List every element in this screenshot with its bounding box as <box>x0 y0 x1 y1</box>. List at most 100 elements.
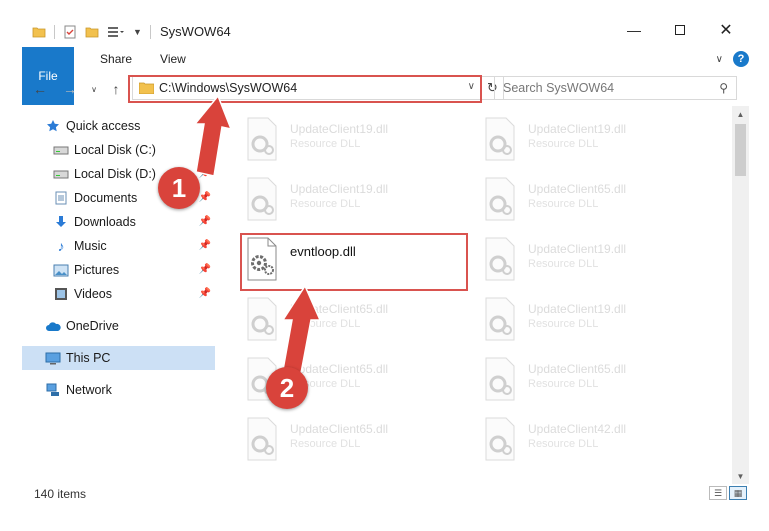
sidebar-item-videos[interactable]: Videos 📌 <box>22 282 215 306</box>
list-item[interactable]: UpdateClient42.dll Resource DLL <box>468 412 698 470</box>
pin-icon[interactable]: 📌 <box>199 192 211 203</box>
customize-icon[interactable] <box>107 25 125 39</box>
pin-icon[interactable]: 📌 <box>199 216 211 227</box>
arrow-up-icon: ↑ <box>112 81 120 97</box>
list-item[interactable]: UpdateClient19.dll Resource DLL <box>468 232 698 290</box>
computer-icon <box>44 350 62 366</box>
dll-file-icon <box>485 417 515 461</box>
list-item[interactable]: UpdateClient19.dll Resource DLL <box>468 112 698 170</box>
list-item[interactable]: UpdateClient65.dll Resource DLL <box>468 172 698 230</box>
file-name: UpdateClient19.dll <box>290 122 389 136</box>
sidebar-item-network[interactable]: Network <box>22 378 215 402</box>
file-type: Resource DLL <box>528 438 599 450</box>
tab-view[interactable]: View <box>146 47 200 71</box>
file-type: Resource DLL <box>528 198 599 210</box>
help-icon[interactable]: ? <box>733 51 749 67</box>
file-type: Resource DLL <box>528 318 599 330</box>
list-item[interactable]: UpdateClient65.dll Resource DLL <box>230 412 460 470</box>
arrow-left-icon: ← <box>33 81 47 97</box>
star-icon <box>44 118 62 134</box>
file-name: UpdateClient65.dll <box>528 362 627 376</box>
scroll-up-arrow[interactable]: ▲ <box>732 106 749 122</box>
toolbar-separator <box>149 25 151 39</box>
sidebar-item-quick-access[interactable]: Quick access <box>22 114 215 138</box>
list-item[interactable]: UpdateClient19.dll Resource DLL <box>230 172 460 230</box>
new-folder-icon[interactable] <box>85 25 99 39</box>
ribbon-tabs: File Home Share View ∨ ? <box>22 47 749 105</box>
sidebar-item-label: Downloads <box>74 215 136 229</box>
vertical-scrollbar[interactable]: ▲ ▼ <box>732 106 749 484</box>
arrow-right-icon: → <box>63 81 77 97</box>
status-bar: 140 items ☰ ▦ <box>22 484 749 504</box>
recent-locations-button[interactable]: ∨ <box>84 78 104 100</box>
file-name: UpdateClient19.dll <box>528 242 627 256</box>
pin-icon[interactable]: 📌 <box>199 288 211 299</box>
file-name: UpdateClient65.dll <box>290 302 389 316</box>
dll-file-icon <box>247 117 277 161</box>
cloud-icon <box>44 318 62 334</box>
sidebar-item-label: Videos <box>74 287 112 301</box>
forward-button[interactable]: → <box>60 78 80 100</box>
file-type: Resource DLL <box>528 138 599 150</box>
file-name: UpdateClient65.dll <box>290 422 389 436</box>
scroll-down-arrow[interactable]: ▼ <box>732 468 749 484</box>
sidebar-item-pictures[interactable]: Pictures 📌 <box>22 258 215 282</box>
sidebar-item-label: OneDrive <box>66 319 119 333</box>
pin-icon[interactable]: 📌 <box>199 168 211 179</box>
sidebar-item-downloads[interactable]: Downloads 📌 <box>22 210 215 234</box>
tiles-view-button[interactable]: ▦ <box>729 486 747 500</box>
videos-icon <box>52 286 70 302</box>
sidebar-item-label: Local Disk (D:) <box>74 167 156 181</box>
network-icon <box>44 382 62 398</box>
step-badge-2: 2 <box>266 367 308 409</box>
details-view-button[interactable]: ☰ <box>709 486 727 500</box>
tiles-view-icon: ▦ <box>733 487 743 498</box>
list-item[interactable]: UpdateClient19.dll Resource DLL <box>468 292 698 350</box>
pin-icon[interactable]: 📌 <box>199 240 211 251</box>
search-placeholder: Search SysWOW64 <box>503 81 615 95</box>
sidebar-item-music[interactable]: ♪ Music 📌 <box>22 234 215 258</box>
file-name: UpdateClient65.dll <box>290 362 389 376</box>
dll-file-icon <box>247 417 277 461</box>
list-item[interactable]: UpdateClient65.dll Resource DLL <box>230 352 460 410</box>
sidebar-item-label: Music <box>74 239 107 253</box>
view-switcher: ☰ ▦ <box>709 486 747 500</box>
sidebar-item-label: Documents <box>74 191 138 205</box>
sidebar-item-onedrive[interactable]: OneDrive <box>22 314 215 338</box>
expand-ribbon-icon[interactable]: ∨ <box>716 54 723 65</box>
file-type: Resource DLL <box>290 438 361 450</box>
quick-access-toolbar: ▼ <box>32 22 151 42</box>
up-button[interactable]: ↑ <box>106 78 126 100</box>
folder-icon[interactable] <box>32 25 46 39</box>
drive-icon <box>52 142 70 158</box>
list-item[interactable]: UpdateClient19.dll Resource DLL <box>230 112 460 170</box>
sidebar-item-label: This PC <box>66 351 111 365</box>
properties-icon[interactable] <box>63 25 77 39</box>
file-type: Resource DLL <box>290 138 361 150</box>
chevron-down-icon[interactable]: ▼ <box>133 27 142 37</box>
address-highlight-box <box>128 75 482 103</box>
file-name: UpdateClient65.dll <box>528 182 627 196</box>
back-button[interactable]: ← <box>30 78 50 100</box>
close-button[interactable]: ✕ <box>703 16 749 44</box>
maximize-button[interactable] <box>657 16 703 44</box>
file-name: UpdateClient19.dll <box>528 302 627 316</box>
file-type: Resource DLL <box>290 318 361 330</box>
file-name: UpdateClient42.dll <box>528 422 627 436</box>
pin-icon[interactable]: 📌 <box>199 144 211 155</box>
dll-file-icon <box>485 237 515 281</box>
scroll-thumb[interactable] <box>735 124 746 176</box>
step-badge-1: 1 <box>158 167 200 209</box>
tab-share[interactable]: Share <box>86 47 146 71</box>
sidebar-item-local-disk-c[interactable]: Local Disk (C:) 📌 <box>22 138 215 162</box>
list-item[interactable]: UpdateClient65.dll Resource DLL <box>230 292 460 350</box>
download-icon <box>52 214 70 230</box>
sidebar-item-this-pc[interactable]: This PC <box>22 346 215 370</box>
list-item[interactable]: UpdateClient65.dll Resource DLL <box>468 352 698 410</box>
details-view-icon: ☰ <box>713 487 723 498</box>
minimize-button[interactable]: — <box>611 16 657 44</box>
pictures-icon <box>52 262 70 278</box>
pin-icon[interactable]: 📌 <box>199 264 211 275</box>
search-input[interactable]: Search SysWOW64 ⚲ <box>494 76 737 100</box>
search-icon: ⚲ <box>719 81 728 95</box>
